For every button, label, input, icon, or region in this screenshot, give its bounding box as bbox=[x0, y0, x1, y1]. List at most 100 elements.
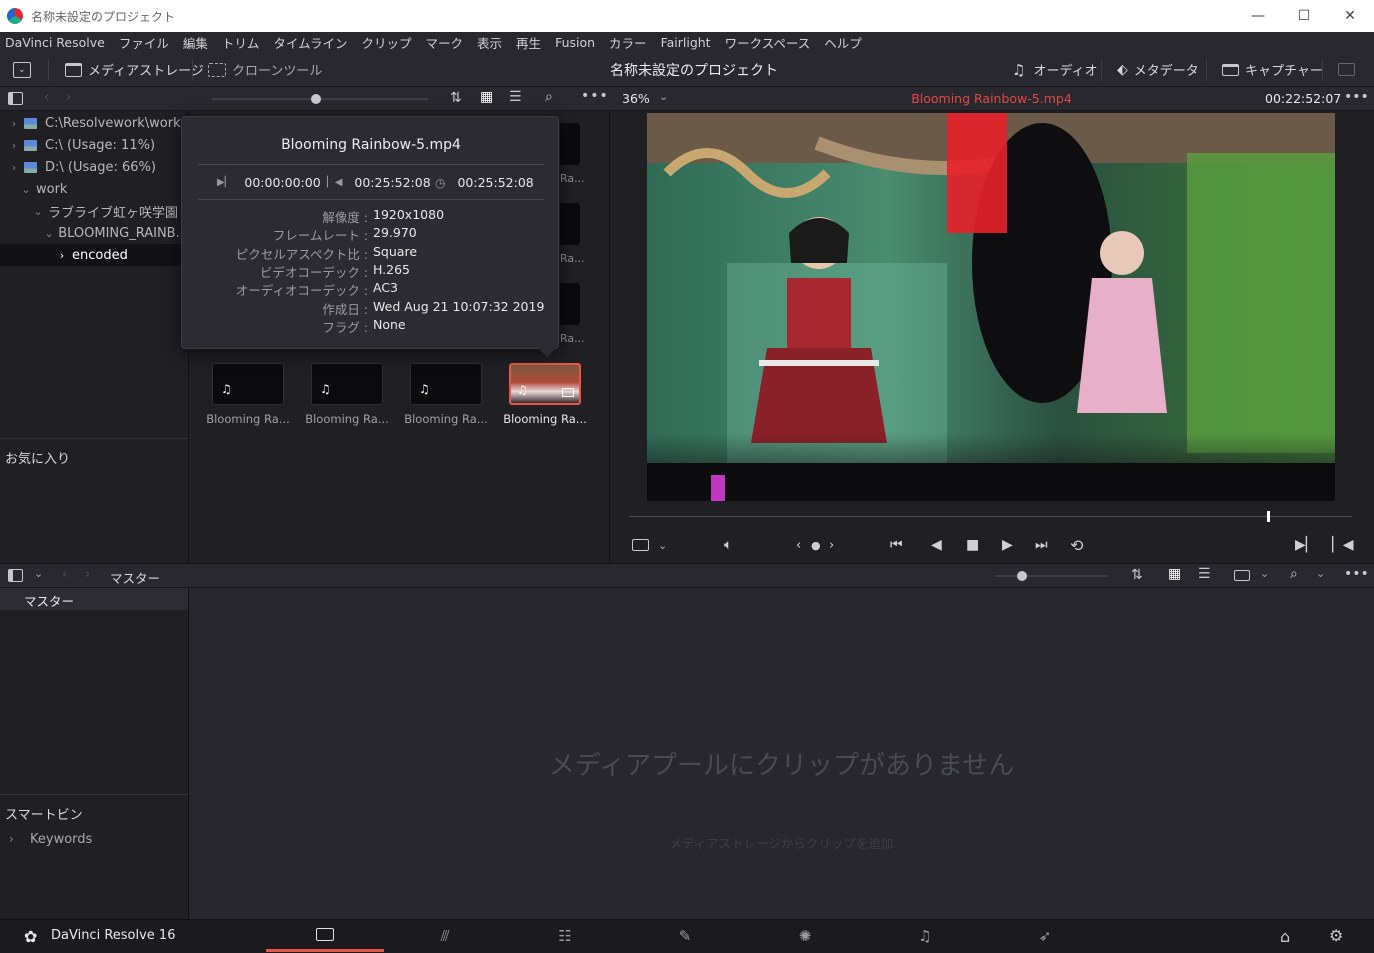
viewer-mode-dropdown-icon[interactable]: ⌄ bbox=[658, 536, 667, 554]
storage-tree-item[interactable]: ⌄ ラブライブ虹ヶ咲学園 bbox=[0, 200, 188, 222]
storage-tree-item[interactable]: ⌄ work bbox=[0, 178, 188, 200]
storage-tree-item[interactable]: ⌄ BLOOMING_RAINB... bbox=[0, 222, 188, 244]
search-icon[interactable]: ⌕ bbox=[545, 89, 553, 105]
clone-tool-label: クローンツール bbox=[232, 64, 323, 79]
hidden-clip-thumb[interactable] bbox=[560, 203, 580, 245]
list-view-icon[interactable]: ☰ bbox=[509, 89, 522, 105]
clip-thumbnail[interactable]: ♫ bbox=[311, 363, 383, 405]
close-button[interactable]: ✕ bbox=[1327, 0, 1373, 32]
menu-item[interactable]: ワークスペース bbox=[725, 33, 811, 52]
clip-thumbnail-selected[interactable]: ♫ bbox=[509, 363, 581, 405]
menu-item[interactable]: カラー bbox=[609, 33, 647, 52]
audio-button[interactable]: ♫ オーディオ bbox=[1012, 52, 1098, 87]
menu-item[interactable]: ヘルプ bbox=[824, 33, 862, 52]
go-to-end-icon[interactable]: ⏭︎ bbox=[1035, 536, 1048, 554]
bin-master-row[interactable]: マスター bbox=[0, 588, 188, 610]
viewer-options-icon[interactable]: ••• bbox=[1344, 89, 1369, 105]
metadata-button[interactable]: ⬖ メタデータ bbox=[1117, 52, 1199, 87]
chevron-down-icon[interactable]: ⌄ bbox=[44, 227, 54, 240]
page-fusion[interactable]: ✎ bbox=[626, 920, 744, 952]
storage-tree-item[interactable]: › encoded bbox=[0, 244, 188, 266]
media-pool-area[interactable]: メディアプールにクリップがありません メディアストレージからクリップを追加 bbox=[189, 588, 1374, 919]
pool-options-icon[interactable]: ••• bbox=[1344, 566, 1369, 582]
storage-tree-item[interactable]: › C:\ (Usage: 11%) bbox=[0, 134, 188, 156]
panel-toggle-button[interactable]: ⌄ bbox=[13, 52, 31, 87]
mark-out-icon[interactable]: ▏◀ bbox=[1332, 536, 1354, 554]
page-fairlight[interactable]: ♫ bbox=[866, 920, 984, 952]
project-title: 名称未設定のプロジェクト bbox=[610, 62, 778, 79]
next-marker-icon[interactable]: › bbox=[829, 536, 834, 554]
clip-thumbnail[interactable]: ♫ bbox=[410, 363, 482, 405]
forward-arrow-icon[interactable]: › bbox=[66, 90, 71, 105]
sort-icon[interactable]: ⇅ bbox=[450, 90, 462, 106]
menu-item[interactable]: DaVinci Resolve bbox=[5, 35, 105, 50]
viewer-mode-icon[interactable] bbox=[632, 536, 649, 554]
menu-item[interactable]: Fairlight bbox=[661, 35, 711, 50]
pool-zoom-slider-handle[interactable] bbox=[1017, 571, 1027, 581]
hidden-clip-thumb[interactable] bbox=[560, 123, 580, 165]
sort-icon[interactable]: ⇅ bbox=[1131, 567, 1143, 583]
grid-view-icon[interactable]: ▦ bbox=[480, 89, 493, 105]
back-arrow-icon[interactable]: ‹ bbox=[44, 90, 49, 105]
grid-view-icon[interactable]: ▦ bbox=[1168, 566, 1181, 582]
sidebar-toggle-icon[interactable] bbox=[8, 92, 23, 105]
menu-item[interactable]: 再生 bbox=[516, 33, 541, 52]
bin-dropdown-icon[interactable]: ⌄ bbox=[34, 567, 43, 580]
menu-item[interactable]: 表示 bbox=[477, 33, 502, 52]
play-icon[interactable]: ▶ bbox=[1002, 536, 1013, 554]
forward-arrow-icon[interactable]: › bbox=[85, 567, 90, 582]
chevron-right-icon[interactable]: › bbox=[8, 139, 20, 152]
menu-item[interactable]: 編集 bbox=[183, 33, 208, 52]
chevron-right-icon[interactable]: › bbox=[8, 161, 20, 174]
menu-item[interactable]: クリップ bbox=[362, 33, 412, 52]
media-storage-button[interactable]: メディアストレージ bbox=[65, 52, 204, 87]
storage-tree-item[interactable]: › D:\ (Usage: 66%) bbox=[0, 156, 188, 178]
page-color[interactable]: ✺ bbox=[746, 920, 864, 952]
stop-icon[interactable]: ■ bbox=[966, 536, 979, 554]
keywords-chevron-icon[interactable]: › bbox=[9, 832, 14, 846]
page-edit[interactable]: ☷ bbox=[506, 920, 624, 952]
search-dropdown-icon[interactable]: ⌄ bbox=[1316, 567, 1325, 580]
metadata-view-icon[interactable] bbox=[1234, 570, 1250, 581]
settings-gear-icon[interactable]: ⚙ bbox=[1329, 926, 1343, 945]
page-deliver[interactable]: ➶ bbox=[986, 920, 1104, 952]
playhead[interactable] bbox=[1267, 511, 1271, 522]
maximize-button[interactable]: ☐ bbox=[1281, 0, 1327, 32]
bin-list-toggle-icon[interactable] bbox=[8, 569, 23, 582]
back-arrow-icon[interactable]: ‹ bbox=[62, 567, 67, 582]
hidden-clip-thumb[interactable] bbox=[560, 283, 580, 325]
volume-icon[interactable]: 🔈︎ bbox=[724, 536, 732, 554]
chevron-down-icon[interactable]: ⌄ bbox=[20, 183, 32, 196]
scrubber-track[interactable] bbox=[629, 516, 1352, 517]
home-icon[interactable]: ⌂ bbox=[1280, 927, 1290, 946]
menu-item[interactable]: ファイル bbox=[119, 33, 169, 52]
menu-item[interactable]: タイムライン bbox=[273, 33, 347, 52]
page-media[interactable] bbox=[266, 920, 384, 952]
menu-item[interactable]: トリム bbox=[222, 33, 260, 52]
go-to-start-icon[interactable]: ⏮︎ bbox=[890, 536, 903, 554]
keywords-item[interactable]: Keywords bbox=[30, 832, 92, 847]
list-view-icon[interactable]: ☰ bbox=[1198, 566, 1211, 582]
chevron-right-icon[interactable]: › bbox=[8, 117, 20, 130]
mark-in-icon[interactable]: ▶▏ bbox=[1295, 536, 1317, 554]
chevron-right-icon[interactable]: › bbox=[56, 249, 68, 262]
minimize-button[interactable]: — bbox=[1235, 0, 1281, 32]
clone-tool-button[interactable]: クローンツール bbox=[208, 52, 322, 87]
pool-zoom-slider-track[interactable] bbox=[995, 575, 1108, 577]
storage-tree-item[interactable]: › C:\Resolvework\work bbox=[0, 112, 188, 134]
play-reverse-icon[interactable]: ◀ bbox=[931, 536, 942, 554]
prev-marker-icon[interactable]: ‹ bbox=[796, 536, 801, 554]
loop-icon[interactable]: ⟲ bbox=[1070, 536, 1083, 555]
search-icon[interactable]: ⌕ bbox=[1290, 566, 1298, 582]
menu-item[interactable]: マーク bbox=[426, 33, 464, 52]
more-options-icon[interactable]: ••• bbox=[581, 88, 609, 104]
jog-dot-icon[interactable]: ● bbox=[811, 536, 821, 554]
chevron-down-icon[interactable]: ⌄ bbox=[32, 205, 44, 218]
clip-thumbnail[interactable]: ♫ bbox=[212, 363, 284, 405]
capture-button[interactable]: キャプチャー bbox=[1222, 52, 1323, 87]
view-dropdown-icon[interactable]: ⌄ bbox=[1260, 567, 1269, 580]
zoom-slider-handle[interactable] bbox=[311, 94, 321, 104]
menu-item[interactable]: Fusion bbox=[555, 35, 595, 50]
display-button[interactable] bbox=[1338, 52, 1355, 87]
page-cut[interactable]: ⫻ bbox=[386, 920, 504, 952]
